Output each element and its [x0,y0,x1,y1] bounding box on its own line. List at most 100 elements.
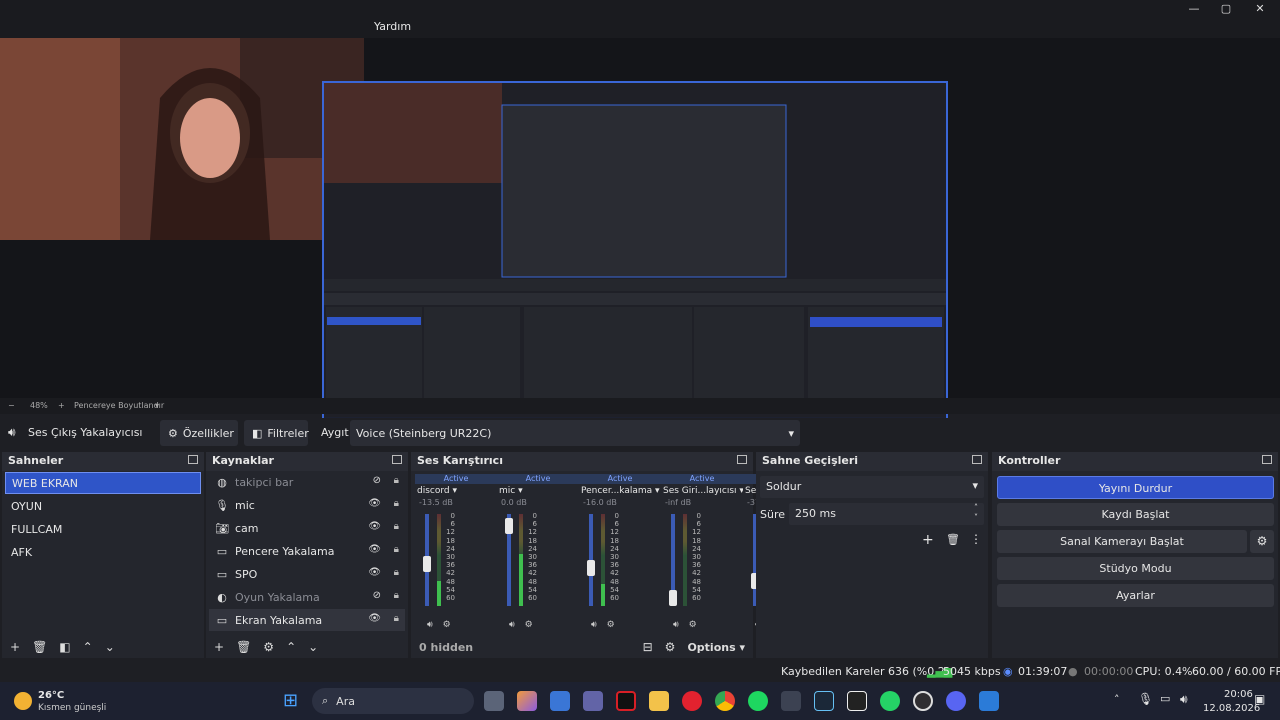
move-up-icon[interactable]: ⌃ [286,640,296,654]
clock-date[interactable]: 12.08.2026 [1203,703,1260,714]
undock-icon[interactable] [188,455,198,464]
eye-icon[interactable]: 👁︎ [368,567,381,578]
app-icon[interactable] [781,691,801,711]
transition-select[interactable]: Soldur ▾ [760,476,984,498]
eye-icon[interactable]: 👁︎ [368,544,381,555]
network-icon[interactable]: ▭ [1160,692,1170,705]
menu-help[interactable]: Yardım [374,20,411,33]
source-item-ekran-yakalama[interactable]: ▭ Ekran Yakalama 👁︎ 🔒︎ [209,609,405,631]
undock-icon[interactable] [737,455,747,464]
advanced-audio-icon[interactable]: ⚙ [665,640,676,654]
chevron-down-icon[interactable]: ▾ [155,401,159,410]
chrome-icon[interactable] [715,691,735,711]
lock-icon[interactable]: 🔒︎ [394,613,399,624]
app-icon-2[interactable] [979,691,999,711]
options-button[interactable]: Options ▾ [687,641,745,654]
mute-icon[interactable]: 🔊︎ [509,620,515,630]
gear-icon[interactable]: ⚙ [443,620,451,630]
spotify-icon[interactable] [748,691,768,711]
lock-icon[interactable]: 🔒︎ [394,521,399,532]
source-item-spo[interactable]: ▭ SPO 👁︎ 🔒︎ [209,563,405,585]
chevron-down-icon[interactable]: ▾ [450,486,457,496]
scene-item-afk[interactable]: AFK [5,541,201,563]
mute-icon[interactable]: 🔊︎ [591,620,597,630]
clock-time[interactable]: 20:06 [1224,689,1253,700]
folder-icon[interactable] [649,691,669,711]
scene-item-oyun[interactable]: OYUN [5,495,201,517]
gear-icon[interactable]: ⚙ [1250,530,1274,553]
gear-icon[interactable]: ⚙ [607,620,615,630]
taskbar-search[interactable]: ⌕ Ara [312,688,474,714]
lock-icon[interactable]: 🔒︎ [394,544,399,555]
chevron-down-icon[interactable]: ▾ [652,486,660,496]
move-up-icon[interactable]: ⌃ [83,640,93,654]
scene-item-fullcam[interactable]: FULLCAM [5,518,201,540]
notification-icon[interactable]: ▣ [1254,692,1265,706]
lock-icon[interactable]: 🔒︎ [394,475,399,486]
source-item-takipci-bar[interactable]: ◍ takipci bar ⊘ 🔒︎ [209,471,405,493]
add-icon[interactable]: + [922,532,934,548]
channel-name[interactable]: mic ▾ [497,484,579,498]
start-icon[interactable]: ⊞ [283,692,298,710]
tray-chevron-icon[interactable]: ˄ [1114,693,1120,706]
zoom-out-button[interactable]: − [8,401,15,410]
volume-fader-knob[interactable] [505,517,513,534]
lock-icon[interactable]: 🔒︎ [394,567,399,578]
source-item-mic[interactable]: 🎙︎ mic 👁︎ 🔒︎ [209,494,405,516]
channel-name[interactable]: discord ▾ [415,484,497,498]
volume-icon[interactable]: 🔊︎ [1180,692,1188,707]
store-icon[interactable] [550,691,570,711]
lock-icon[interactable]: 🔒︎ [394,498,399,509]
copilot-icon[interactable] [517,691,537,711]
channel-name[interactable]: Pencer...kalama ▾ [579,484,661,498]
start-recording-button[interactable]: Kaydı Başlat [997,503,1274,526]
steam-icon[interactable] [814,691,834,711]
volume-fader-knob[interactable] [587,559,595,576]
undock-icon[interactable] [392,455,402,464]
settings-button[interactable]: Ayarlar [997,584,1274,607]
minimize-button[interactable]: — [1180,2,1208,16]
mic-tray-icon[interactable]: 🎙︎ [1138,692,1153,706]
eye-icon[interactable]: 👁︎ [368,498,381,509]
undock-icon[interactable] [972,455,982,464]
volume-fader-knob[interactable] [669,590,677,606]
close-button[interactable]: ✕ [1246,2,1274,16]
more-icon[interactable]: ⋮ [970,532,982,546]
maximize-button[interactable]: ▢ [1212,2,1240,16]
properties-button[interactable]: ⚙ Özellikler [160,420,238,446]
spinner-icon[interactable]: ˄ ˅ [974,503,978,523]
whatsapp-icon[interactable] [880,691,900,711]
zoom-in-button[interactable]: + [58,401,65,410]
netflix-icon[interactable] [616,691,636,711]
obs-icon[interactable] [913,691,933,711]
start-virtual-cam-button[interactable]: Sanal Kamerayı Başlat [997,530,1247,553]
eye-icon[interactable]: 👁︎ [368,521,381,532]
gear-icon[interactable]: ⚙ [689,620,697,630]
studio-mode-button[interactable]: Stüdyo Modu [997,557,1274,580]
eye-hidden-icon[interactable]: ⊘ [373,590,381,601]
discord-icon[interactable] [946,691,966,711]
preview-area[interactable] [0,38,1280,433]
source-item-oyun-yakalama[interactable]: ◐ Oyun Yakalama ⊘ 🔒︎ [209,586,405,608]
layout-icon[interactable]: ⊟ [643,640,653,654]
trash-icon[interactable]: 🗑︎ [236,640,251,654]
epic-icon[interactable] [847,691,867,711]
chevron-down-icon[interactable]: ▾ [515,486,523,496]
source-item-pencere-yakalama[interactable]: ▭ Pencere Yakalama 👁︎ 🔒︎ [209,540,405,562]
duration-input[interactable]: 250 ms ˄ ˅ [789,503,984,525]
move-down-icon[interactable]: ⌄ [105,640,115,654]
preview-canvas[interactable] [322,81,948,433]
add-icon[interactable]: + [10,640,20,654]
trash-icon[interactable]: 🗑︎ [946,533,960,546]
lock-icon[interactable]: 🔒︎ [394,590,399,601]
channel-name[interactable]: Ses Giri...layıcısı ▾ [661,484,743,498]
mute-icon[interactable]: 🔊︎ [427,620,433,630]
filter-icon[interactable]: ◧ [59,640,70,654]
stop-stream-button[interactable]: Yayını Durdur [997,476,1274,499]
move-down-icon[interactable]: ⌄ [308,640,318,654]
volume-fader-knob[interactable] [423,555,431,572]
trash-icon[interactable]: 🗑︎ [32,640,47,654]
source-item-cam[interactable]: 📷︎ cam 👁︎ 🔒︎ [209,517,405,539]
task-view-icon[interactable] [484,691,504,711]
device-select[interactable]: Voice (Steinberg UR22C) ▾ [350,420,800,446]
